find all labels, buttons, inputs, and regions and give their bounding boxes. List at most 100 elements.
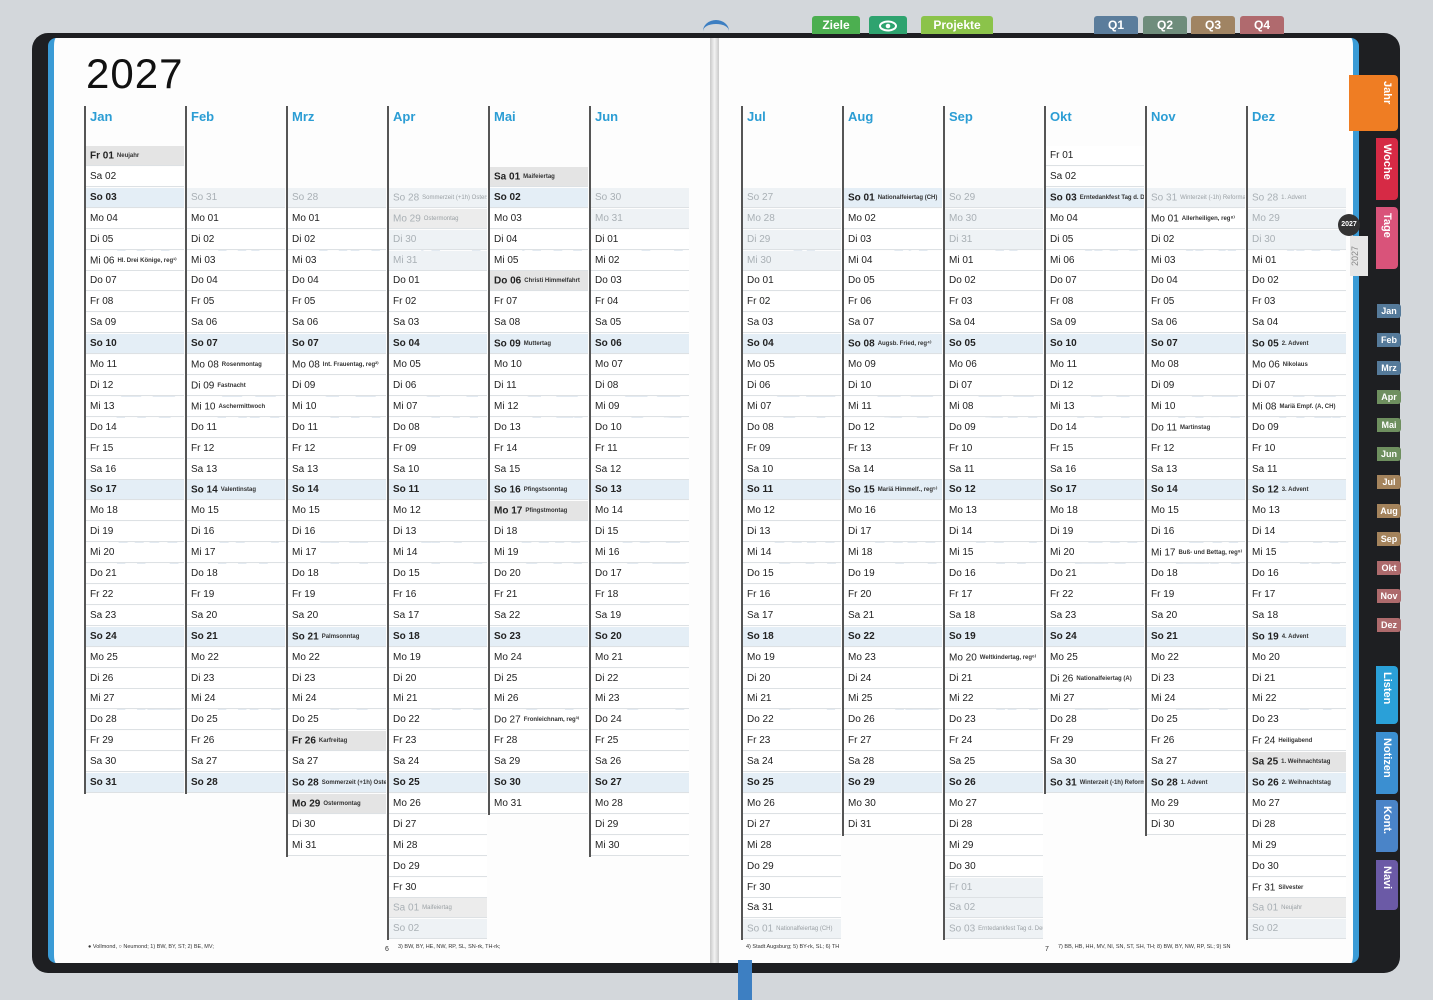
day-cell[interactable]: Do 15 [743, 564, 841, 584]
day-cell[interactable]: Mo 16 [844, 501, 942, 522]
day-cell[interactable]: Mo 08 [1147, 355, 1245, 375]
day-cell[interactable]: Sa 06 [187, 313, 285, 334]
day-cell[interactable]: Mo 27 [945, 793, 1043, 814]
day-cell[interactable]: Do 30 [945, 856, 1043, 877]
day-cell[interactable]: Do 11 Martinstag [1147, 417, 1245, 438]
day-cell[interactable]: Sa 04 [1248, 313, 1346, 334]
day-cell[interactable]: Do 08 [743, 417, 841, 438]
day-cell[interactable]: Do 07 [1046, 271, 1144, 292]
day-cell[interactable]: Mi 14 [743, 543, 841, 564]
day-cell[interactable]: So 09 Muttertag [490, 334, 588, 355]
day-cell[interactable]: Do 15 [389, 564, 487, 584]
day-cell[interactable]: Mi 20 [86, 543, 184, 564]
day-cell[interactable]: Fr 09 [743, 438, 841, 459]
day-cell[interactable]: Do 25 [1147, 710, 1245, 731]
day-cell[interactable]: So 16 Pfingstsonntag [490, 480, 588, 501]
month-tab-mai[interactable]: Mai [1377, 418, 1401, 432]
day-cell[interactable]: So 28 [288, 187, 386, 208]
day-cell[interactable]: So 03Erntedankfest Tag d. Deutsch. Einh. [945, 919, 1043, 940]
day-cell[interactable]: Mo 14 [591, 501, 689, 522]
day-cell[interactable]: Sa 14 [844, 459, 942, 480]
day-cell[interactable]: Sa 10 [743, 459, 841, 480]
day-cell[interactable]: Di 09 [288, 375, 386, 396]
day-cell[interactable]: Mo 11 [1046, 355, 1144, 375]
day-cell[interactable]: Di 29 [591, 814, 689, 835]
day-cell[interactable]: Di 07 [1248, 375, 1346, 396]
day-cell[interactable]: Sa 01 Maifeiertag [389, 898, 487, 919]
day-cell[interactable]: Fr 19 [1147, 584, 1245, 605]
day-cell[interactable]: Do 25 [288, 710, 386, 731]
day-cell[interactable]: Fr 23 [389, 731, 487, 752]
day-cell[interactable]: Fr 09 [389, 438, 487, 459]
day-cell[interactable]: Sa 16 [86, 459, 184, 480]
day-cell[interactable]: So 18 [743, 626, 841, 647]
month-tab-dez[interactable]: Dez [1377, 617, 1401, 632]
day-cell[interactable]: So 14 [288, 480, 386, 501]
day-cell[interactable]: Mi 01 [1248, 250, 1346, 271]
month-tab-mrz[interactable]: Mrz [1377, 361, 1401, 375]
day-cell[interactable]: Di 12 [1046, 375, 1144, 396]
day-cell[interactable]: So 28 1. Advent [1248, 187, 1346, 208]
day-cell[interactable]: Mi 11 [844, 396, 942, 417]
day-cell[interactable]: Di 16 [1147, 522, 1245, 543]
day-cell[interactable]: Di 30 [1248, 229, 1346, 250]
tab-ziele[interactable]: Ziele [812, 16, 860, 34]
day-cell[interactable]: Di 24 [844, 668, 942, 689]
day-cell[interactable]: Mo 23 [844, 647, 942, 668]
day-cell[interactable]: So 30 [490, 773, 588, 793]
day-cell[interactable]: Do 09 [1248, 417, 1346, 438]
day-cell[interactable]: Do 06 Christi Himmelfahrt [490, 271, 588, 292]
day-cell[interactable]: Do 18 [187, 564, 285, 584]
day-cell[interactable]: Mo 18 [1046, 501, 1144, 522]
day-cell[interactable]: Fr 03 [945, 292, 1043, 313]
day-cell[interactable]: Mi 01 [945, 250, 1043, 271]
day-cell[interactable]: Di 16 [288, 522, 386, 543]
day-cell[interactable]: Fr 11 [591, 438, 689, 459]
day-cell[interactable]: Mi 29 [1248, 835, 1346, 856]
day-cell[interactable]: Sa 18 [1248, 605, 1346, 626]
day-cell[interactable]: Mi 14 [389, 543, 487, 564]
day-cell[interactable]: So 23 [490, 626, 588, 647]
day-cell[interactable]: So 10 [86, 334, 184, 355]
day-cell[interactable]: Do 23 [1248, 710, 1346, 731]
day-cell[interactable]: Mo 08 Rosenmontag [187, 355, 285, 375]
day-cell[interactable]: Sa 29 [490, 752, 588, 773]
day-cell[interactable]: So 27 [591, 773, 689, 793]
day-cell[interactable]: Mi 09 [591, 396, 689, 417]
tab-q4[interactable]: Q4 [1240, 16, 1284, 34]
day-cell[interactable]: Mo 31 [490, 793, 588, 814]
day-cell[interactable]: Do 04 [1147, 271, 1245, 292]
day-cell[interactable]: Di 16 [187, 522, 285, 543]
day-cell[interactable]: So 18 [389, 626, 487, 647]
day-cell[interactable]: Mo 07 [591, 355, 689, 375]
day-cell[interactable]: Mo 19 [389, 647, 487, 668]
day-cell[interactable]: Mo 13 [945, 501, 1043, 522]
day-cell[interactable]: Di 28 [945, 814, 1043, 835]
day-cell[interactable]: So 26 2. Weihnachtstag [1248, 773, 1346, 793]
month-tab-nov[interactable]: Nov [1377, 589, 1401, 603]
day-cell[interactable]: Do 02 [945, 271, 1043, 292]
day-cell[interactable]: So 07 [1147, 334, 1245, 355]
day-cell[interactable]: Sa 25 [945, 752, 1043, 773]
day-cell[interactable]: So 08 Augsb. Fried, reg⁴⁾ [844, 334, 942, 355]
day-cell[interactable]: Fr 14 [490, 438, 588, 459]
day-cell[interactable]: So 11 [389, 480, 487, 501]
day-cell[interactable]: Fr 10 [1248, 438, 1346, 459]
day-cell[interactable]: Mo 30 [844, 793, 942, 814]
month-tab-jan[interactable]: Jan [1377, 304, 1401, 318]
day-cell[interactable]: Fr 01 Neujahr [86, 146, 184, 166]
day-cell[interactable]: Fr 21 [490, 584, 588, 605]
day-cell[interactable]: Do 05 [844, 271, 942, 292]
day-cell[interactable]: So 27 [743, 187, 841, 208]
day-cell[interactable]: Sa 20 [1147, 605, 1245, 626]
day-cell[interactable]: So 28Sommerzeit (+1h) Ostersonntag [389, 187, 487, 208]
day-cell[interactable]: Mi 28 [743, 835, 841, 856]
day-cell[interactable]: Do 02 [1248, 271, 1346, 292]
day-cell[interactable]: Mo 29 Ostermontag [389, 208, 487, 229]
day-cell[interactable]: Do 28 [1046, 710, 1144, 731]
day-cell[interactable]: Fr 30 [743, 877, 841, 898]
day-cell[interactable]: Sa 19 [591, 605, 689, 626]
day-cell[interactable]: Sa 24 [389, 752, 487, 773]
day-cell[interactable]: Fr 04 [591, 292, 689, 313]
day-cell[interactable]: Sa 28 [844, 752, 942, 773]
